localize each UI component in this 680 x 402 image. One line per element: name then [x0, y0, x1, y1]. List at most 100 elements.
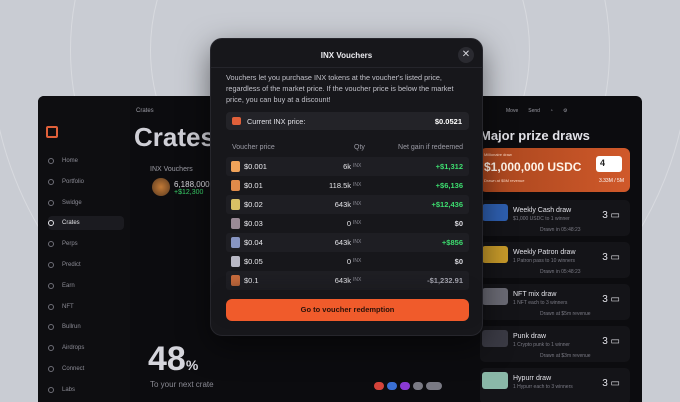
voucher-unit: INX [353, 277, 362, 283]
sidebar-item-connect[interactable]: Connect [48, 362, 124, 376]
sidebar: Home Portfolio Swidge Crates Perps Predict Ear… [38, 96, 130, 402]
sidebar-item-label: Predict [62, 262, 81, 268]
prize-draw-card[interactable]: NFT mix draw 1 NFT each to 3 winners Drawn… [480, 284, 630, 320]
sidebar-item-label: Connect [62, 366, 85, 372]
app-logo[interactable] [46, 126, 58, 138]
table-row: $0.04 643k INX +$856 [226, 233, 469, 252]
inx-coin-icon [152, 178, 170, 196]
sidebar-item-nft[interactable]: NFT [48, 300, 124, 314]
voucher-price: $0.1 [244, 276, 259, 285]
inx-gain: +$12,300 [174, 189, 204, 196]
voucher-unit: INX [353, 258, 362, 264]
bullrun-icon [48, 324, 54, 331]
voucher-qty: 6k [343, 162, 351, 171]
draw-thumbnail [482, 288, 508, 305]
current-price-value: $0.0521 [434, 117, 462, 126]
ticket-icon: ▭ [610, 336, 620, 347]
voucher-price: $0.04 [244, 238, 263, 247]
crate-progress-percent: 48% [148, 340, 199, 378]
draw-ticket-count: 3 ▭ [602, 210, 620, 221]
move-button[interactable]: Move [506, 108, 518, 114]
modal-title: INX Vouchers [320, 51, 373, 60]
sidebar-item-crates[interactable]: Crates [48, 216, 124, 231]
crates-icon [48, 220, 54, 227]
sidebar-item-label: Perps [62, 241, 78, 248]
sidebar-item-predict[interactable]: Predict [48, 258, 124, 272]
table-row: $0.01 118.5k INX +$6,136 [226, 176, 469, 195]
voucher-icon [231, 237, 240, 248]
sidebar-item-labs[interactable]: Labs [48, 383, 124, 397]
inx-vouchers-label: INX Vouchers [150, 166, 193, 173]
draw-description: 1 Crypto punk to 1 winner [513, 342, 570, 348]
voucher-price: $0.01 [244, 181, 263, 190]
draw-timing: Drawn in 05:48:23 [540, 269, 581, 275]
tier-chip [374, 382, 384, 390]
voucher-qty: 118.5k [329, 181, 351, 190]
draw-thumbnail [482, 246, 508, 263]
net-gain: $0 [454, 257, 463, 266]
voucher-price: $0.03 [244, 219, 263, 228]
voucher-icon [231, 218, 240, 229]
bell-icon[interactable]: ◔ [550, 108, 553, 114]
prize-draw-card[interactable]: Hypurr draw 1 Hypurr each to 3 winners 3 ▭ [480, 368, 630, 402]
current-price-row: Current INX price: $0.0521 [226, 112, 469, 130]
inx-vouchers-card[interactable]: INX Vouchers 6,188,000 +$12,300 [150, 166, 210, 196]
voucher-qty: 0 [346, 219, 351, 228]
draw-description: 1 Hypurr each to 3 winners [513, 384, 573, 390]
go-to-redemption-button[interactable]: Go to voucher redemption [226, 299, 469, 321]
labs-icon [48, 386, 54, 393]
settings-icon[interactable]: ⚙ [563, 108, 567, 114]
sidebar-item-airdrops[interactable]: Airdrops [48, 341, 124, 355]
table-header: Voucher price Qty Net gain if redeemed [226, 139, 469, 157]
draw-description: 1 Patron pass to 10 winners [513, 258, 575, 264]
draw-timing: Drawn at $3m revenue [540, 353, 591, 359]
prize-progress: 3.33M / 5M [598, 178, 624, 184]
column-header: Qty [354, 144, 365, 151]
sidebar-item-portfolio[interactable]: Portfolio [48, 175, 124, 189]
prize-ticket-count: 4 [596, 156, 622, 172]
column-header: Voucher price [232, 144, 275, 151]
draw-ticket-count: 3 ▭ [602, 336, 620, 347]
tier-chip [400, 382, 410, 390]
millionaire-draw-card[interactable]: Millionaire draw $1,000,000 USDC Drawn a… [480, 148, 630, 192]
airdrops-icon [48, 345, 54, 352]
voucher-unit: INX [353, 239, 362, 245]
draw-ticket-count: 3 ▭ [602, 378, 620, 389]
sidebar-item-label: Swidge [62, 199, 82, 206]
nft-icon [48, 303, 54, 310]
draw-timing: Drawn in 05:48:23 [540, 227, 581, 233]
sidebar-item-swidge[interactable]: Swidge [48, 196, 124, 210]
sidebar-item-label: Portfolio [62, 178, 85, 185]
top-toolbar: Move Send ◔ ⚙ [506, 108, 567, 114]
net-gain: $0 [454, 219, 463, 228]
modal-description: Vouchers let you purchase INX tokens at … [226, 73, 454, 104]
sidebar-item-label: Bullrun [62, 324, 81, 331]
ticket-icon: ▭ [610, 210, 620, 221]
net-gain: +$856 [441, 238, 463, 247]
sidebar-item-home[interactable]: Home [48, 154, 124, 168]
close-icon[interactable]: ✕ [458, 47, 474, 63]
voucher-price: $0.05 [244, 257, 263, 266]
table-row: $0.1 643k INX -$1,232.91 [226, 271, 469, 290]
prize-panel: Move Send ◔ ⚙ Major prize draws Milliona… [480, 96, 642, 402]
tier-chip [413, 382, 423, 390]
table-row: $0.001 6k INX +$1,312 [226, 157, 469, 176]
prize-draw-card[interactable]: Weekly Cash draw $1,000 USDC to 1 winner D… [480, 200, 630, 236]
draw-name: NFT mix draw [513, 291, 557, 298]
sidebar-item-label: Airdrops [62, 345, 85, 352]
voucher-qty: 643k [334, 238, 351, 247]
table-row: $0.02 643k INX +$12,436 [226, 195, 469, 214]
sidebar-item-perps[interactable]: Perps [48, 237, 124, 251]
inx-token-icon [232, 117, 241, 125]
draw-timing: Drawn at $5m revenue [540, 311, 591, 317]
voucher-qty: 0 [346, 257, 351, 266]
draw-thumbnail [482, 372, 508, 389]
voucher-icon [231, 161, 240, 172]
sidebar-item-bullrun[interactable]: Bullrun [48, 320, 124, 334]
prize-draw-card[interactable]: Weekly Patron draw 1 Patron pass to 10 wi… [480, 242, 630, 278]
current-price-label: Current INX price: [247, 117, 306, 126]
prize-draw-card[interactable]: Punk draw 1 Crypto punk to 1 winner Drawn … [480, 326, 630, 362]
sidebar-item-earn[interactable]: Earn [48, 279, 124, 293]
send-button[interactable]: Send [528, 108, 540, 114]
sidebar-item-label: Home [62, 158, 79, 164]
